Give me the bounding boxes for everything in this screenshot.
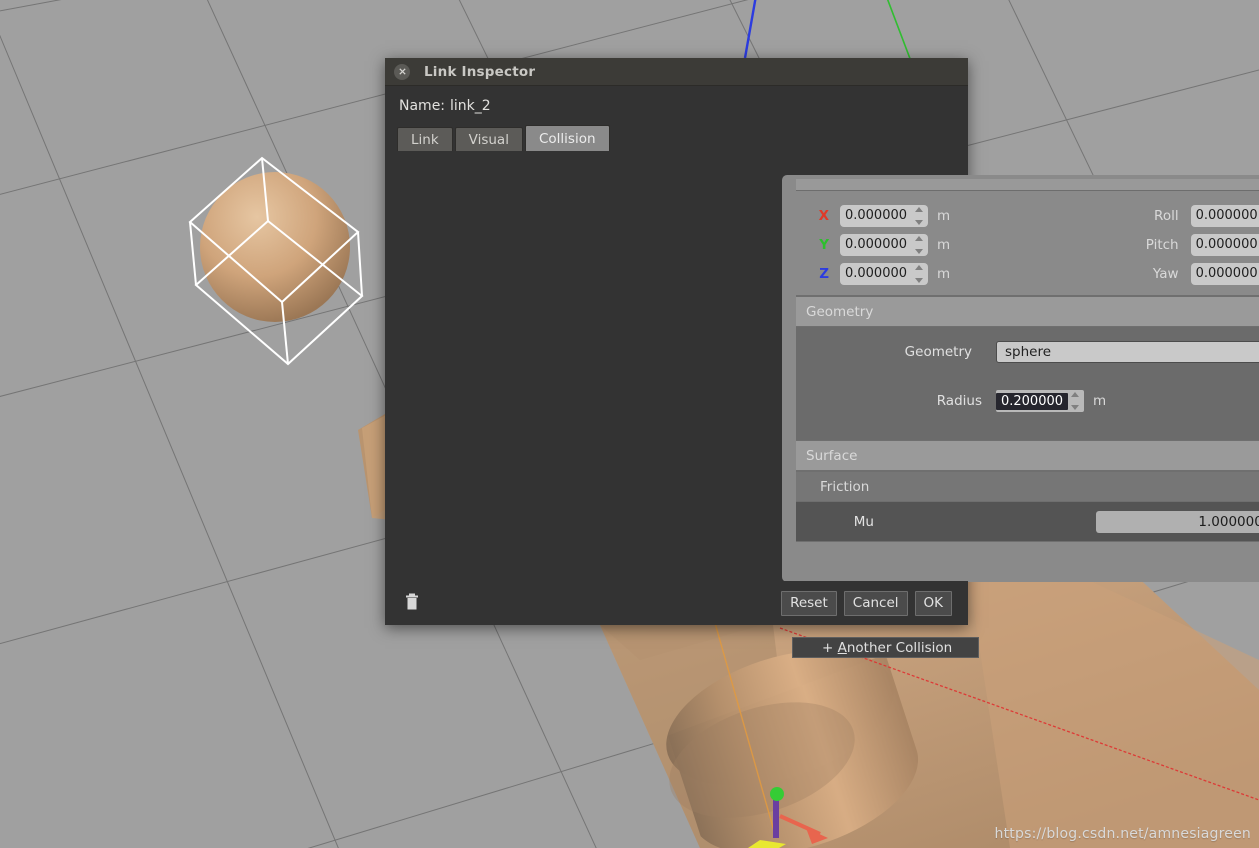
surface-section-title: Surface [806,447,858,464]
orientation-pitch-value: 0.000000 [1195,237,1258,252]
tab-visual[interactable]: Visual [454,127,523,151]
mu-input[interactable]: 1.00000000 [1096,510,1259,533]
orientation-yaw-input[interactable]: 0.000000 [1190,262,1259,285]
dialog-body: Name: link_2 Link Visual Collision X 0.00… [385,86,1259,658]
watermark-text: https://blog.csdn.net/amnesiagreen [994,826,1251,842]
orientation-label-yaw: Yaw [1152,265,1179,282]
mu-value: 1.00000000 [1198,513,1259,530]
link-name-label: Name: [399,98,446,114]
reset-button[interactable]: Reset [781,590,837,616]
position-y-stepper[interactable] [914,235,924,254]
geometry-section-body: Geometry sphere Radius 0.200000 m [796,327,1259,440]
add-another-collision-button[interactable]: + Another Collision [792,637,979,658]
position-z-unit: m [937,265,951,282]
position-x-unit: m [937,207,951,224]
position-x-input[interactable]: 0.000000 [840,204,928,227]
orientation-label-pitch: Pitch [1145,236,1179,253]
geometry-type-select[interactable]: sphere [996,341,1259,363]
radius-value: 0.200000 [996,392,1068,410]
collision-form: X 0.000000 m Roll 0.000000 ra [796,175,1259,582]
mu-label: Mu [853,513,874,530]
cancel-button[interactable]: Cancel [843,590,908,616]
surface-section-header[interactable]: Surface [796,440,1259,471]
position-y-unit: m [937,236,951,253]
tab-collision[interactable]: Collision [524,125,610,151]
position-z-value: 0.000000 [844,266,908,281]
position-x-value: 0.000000 [844,208,908,223]
radius-unit: m [1093,393,1107,409]
ok-button[interactable]: OK [914,590,952,616]
radius-stepper[interactable] [1070,392,1080,410]
orientation-yaw-value: 0.000000 [1195,266,1258,281]
radius-row: Radius 0.200000 m [796,390,1259,412]
friction-mu-row: Mu 1.00000000 [796,502,1259,542]
geometry-section-title: Geometry [806,303,874,320]
position-y-input[interactable]: 0.000000 [840,233,928,256]
pose-section-header-partial[interactable] [796,179,1259,191]
collision-scroll-panel[interactable]: X 0.000000 m Roll 0.000000 ra [782,175,1259,582]
selected-collision-sphere [200,172,350,322]
orientation-roll-input[interactable]: 0.000000 [1190,204,1259,227]
footer-buttons: Reset Cancel OK [781,590,952,616]
pose-fields-block: X 0.000000 m Roll 0.000000 ra [796,191,1259,296]
pose-row-y: Y 0.000000 m Pitch 0.000000 r [796,230,1259,259]
tab-bar: Link Visual Collision [397,125,968,151]
dialog-titlebar: Link Inspector [385,58,968,86]
link-inspector-dialog[interactable]: Link Inspector Name: link_2 Link Visual C… [385,58,1259,658]
geometry-type-value: sphere [1005,344,1052,360]
trash-icon[interactable] [405,593,419,614]
link-name-row: Name: link_2 [385,86,968,114]
axis-label-x: X [818,207,829,224]
mnemonic-letter: A [837,639,847,656]
geometry-type-label: Geometry [904,344,972,360]
friction-section-title: Friction [820,478,870,495]
position-y-value: 0.000000 [844,237,908,252]
friction-section-header[interactable]: Friction [796,471,1259,502]
dialog-footer: Reset Cancel OK [385,581,968,625]
orientation-pitch-input[interactable]: 0.000000 [1190,233,1259,256]
radius-label: Radius [936,393,982,409]
position-x-stepper[interactable] [914,206,924,225]
pose-row-z: Z 0.000000 m Yaw 0.000000 rad [796,259,1259,288]
position-z-input[interactable]: 0.000000 [840,262,928,285]
radius-input[interactable]: 0.200000 [996,390,1084,412]
link-name-value: link_2 [450,98,491,114]
tab-link[interactable]: Link [397,127,453,151]
position-z-stepper[interactable] [914,264,924,283]
geometry-section-header[interactable]: Geometry [796,296,1259,327]
axis-label-z: Z [819,265,829,282]
axis-label-y: Y [819,236,829,253]
close-icon[interactable] [394,63,410,80]
pose-row-x: X 0.000000 m Roll 0.000000 ra [796,201,1259,230]
orientation-label-roll: Roll [1154,207,1179,224]
orientation-roll-value: 0.000000 [1195,208,1258,223]
geometry-type-row: Geometry sphere [796,339,1259,365]
add-another-collision-label: + Another Collision [822,639,953,656]
dialog-title: Link Inspector [424,63,536,80]
